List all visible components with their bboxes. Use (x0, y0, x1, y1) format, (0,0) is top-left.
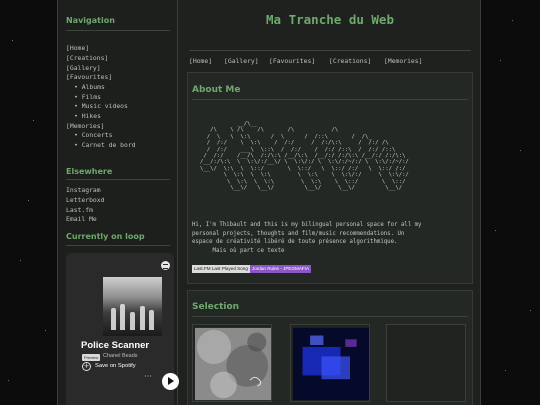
selection-panel: Selection (187, 290, 473, 405)
lastfm-song[interactable]: Jordan Rules - JPEGMAFIA (249, 265, 312, 273)
selection-tile[interactable] (290, 324, 370, 402)
nav-creations-link[interactable]: [Creations] (66, 54, 108, 62)
ascii-art-logo: __/\__ /\ \ /\ /\ /\ /\ / \ \ \:\ / \ / … (200, 121, 409, 192)
lastfm-now-playing[interactable]: Last.FM Last Played Song Jordan Rules - J… (192, 265, 312, 273)
main-content: Ma Tranche du Web [Home] [Gallery] [Favo… (179, 0, 481, 405)
divider (189, 50, 471, 51)
page-frame: Navigation [Home] [Creations] [Gallery] … (57, 0, 481, 405)
divider (66, 30, 170, 31)
selection-image-dark[interactable] (389, 327, 465, 401)
letterboxd-link[interactable]: Letterboxd (66, 196, 104, 204)
nav-hikes-link[interactable]: Hikes (74, 112, 101, 120)
selection-tile[interactable] (192, 324, 272, 402)
elsewhere-heading: Elsewhere (66, 167, 113, 176)
more-options-icon[interactable]: ··· (144, 372, 152, 381)
spotify-embed[interactable]: Police Scanner Preview Chanel Beads + Sa… (66, 253, 179, 405)
email-link[interactable]: Email Me (66, 215, 97, 223)
divider (192, 316, 468, 317)
nav-films-link[interactable]: Films (74, 93, 101, 101)
topnav-home-link[interactable]: [Home] (189, 57, 212, 65)
selection-tile[interactable] (386, 324, 466, 402)
currently-on-loop-heading: Currently on loop (66, 232, 145, 241)
site-title[interactable]: Ma Tranche du Web (179, 12, 481, 27)
about-panel: About Me __/\__ /\ \ /\ /\ /\ /\ / \ \ \… (187, 72, 473, 284)
topnav-favourites-link[interactable]: [Favourites] (269, 57, 315, 65)
lastfm-label: Last.FM Last Played Song (192, 265, 250, 273)
nav-concerts-link[interactable]: Concerts (74, 131, 113, 139)
nav-gallery-link[interactable]: [Gallery] (66, 64, 101, 72)
nav-favourites-link[interactable]: [Favourites] (66, 73, 112, 81)
nav-home-link[interactable]: [Home] (66, 44, 89, 52)
nav-albums-link[interactable]: Albums (74, 83, 105, 91)
save-on-spotify-button[interactable]: Save on Spotify (95, 363, 136, 369)
nav-music-videos-link[interactable]: Music videos (74, 102, 128, 110)
about-heading: About Me (192, 85, 241, 95)
topnav-gallery-link[interactable]: [Gallery] (224, 57, 259, 65)
artist-name[interactable]: Chanel Beads (103, 353, 138, 359)
nav-memories-link[interactable]: [Memories] (66, 122, 104, 130)
topnav-creations-link[interactable]: [Creations] (329, 57, 371, 65)
topnav-memories-link[interactable]: [Memories] (384, 57, 422, 65)
selection-image-blue[interactable] (293, 327, 369, 401)
divider (66, 245, 170, 246)
sidebar: Navigation [Home] [Creations] [Gallery] … (58, 0, 179, 405)
preview-badge: Preview (82, 354, 101, 361)
plus-circle-icon[interactable]: + (82, 362, 91, 371)
navigation-heading: Navigation (66, 16, 115, 25)
selection-heading: Selection (192, 302, 240, 312)
instagram-link[interactable]: Instagram (66, 186, 101, 194)
about-text: Hi, I'm Thibault and this is my bilingua… (192, 222, 422, 254)
lastfm-link[interactable]: Last.fm (66, 206, 93, 214)
divider (192, 99, 468, 100)
selection-image-monochrome[interactable] (195, 327, 271, 401)
divider (66, 179, 170, 180)
spotify-logo-icon[interactable] (161, 261, 170, 270)
album-cover[interactable] (103, 277, 162, 336)
nav-carnet-de-bord-link[interactable]: Carnet de bord (74, 141, 136, 149)
track-title[interactable]: Police Scanner (81, 340, 149, 351)
play-button[interactable] (162, 373, 179, 390)
